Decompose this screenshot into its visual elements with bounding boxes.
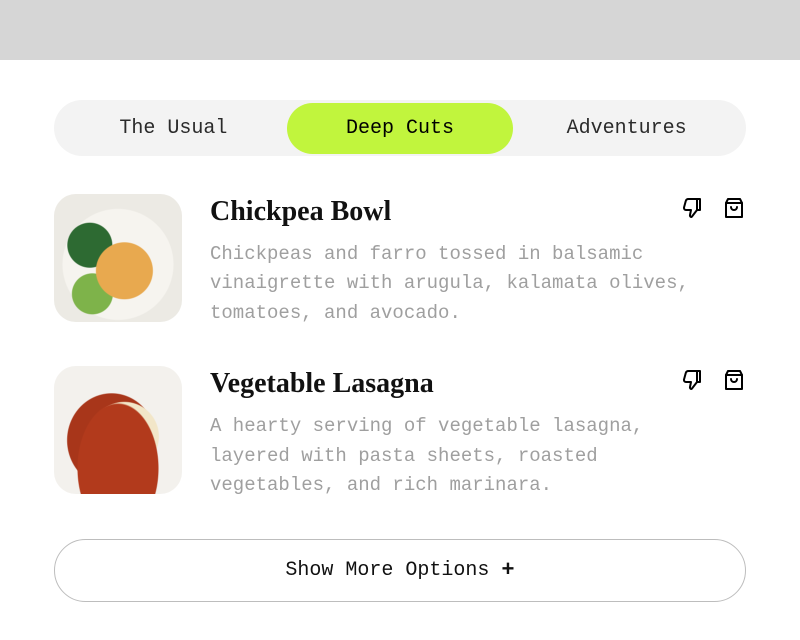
- shopping-bag-icon[interactable]: [722, 368, 746, 392]
- item-header: Vegetable Lasagna: [210, 366, 746, 400]
- list-item: Vegetable Lasagna: [54, 366, 746, 500]
- item-description: A hearty serving of vegetable lasagna, l…: [210, 412, 730, 500]
- item-description: Chickpeas and farro tossed in balsamic v…: [210, 240, 730, 328]
- item-body: Vegetable Lasagna: [210, 366, 746, 500]
- tabs: The Usual Deep Cuts Adventures: [54, 100, 746, 156]
- show-more-label: Show More Options: [285, 559, 489, 582]
- item-title: Vegetable Lasagna: [210, 368, 434, 400]
- tab-the-usual[interactable]: The Usual: [60, 103, 287, 154]
- tab-adventures[interactable]: Adventures: [513, 103, 740, 154]
- item-thumbnail: [54, 194, 182, 322]
- item-actions: [680, 196, 746, 220]
- thumbs-down-icon[interactable]: [680, 368, 704, 392]
- plus-icon: +: [501, 558, 514, 583]
- item-body: Chickpea Bowl: [210, 194, 746, 328]
- item-header: Chickpea Bowl: [210, 194, 746, 228]
- top-bar: [0, 0, 800, 60]
- item-actions: [680, 368, 746, 392]
- items-list: Chickpea Bowl: [54, 194, 746, 501]
- item-title: Chickpea Bowl: [210, 196, 391, 228]
- content: The Usual Deep Cuts Adventures Chickpea …: [0, 60, 800, 602]
- shopping-bag-icon[interactable]: [722, 196, 746, 220]
- tab-deep-cuts[interactable]: Deep Cuts: [287, 103, 514, 154]
- thumbs-down-icon[interactable]: [680, 196, 704, 220]
- item-thumbnail: [54, 366, 182, 494]
- show-more-button[interactable]: Show More Options +: [54, 539, 746, 602]
- list-item: Chickpea Bowl: [54, 194, 746, 328]
